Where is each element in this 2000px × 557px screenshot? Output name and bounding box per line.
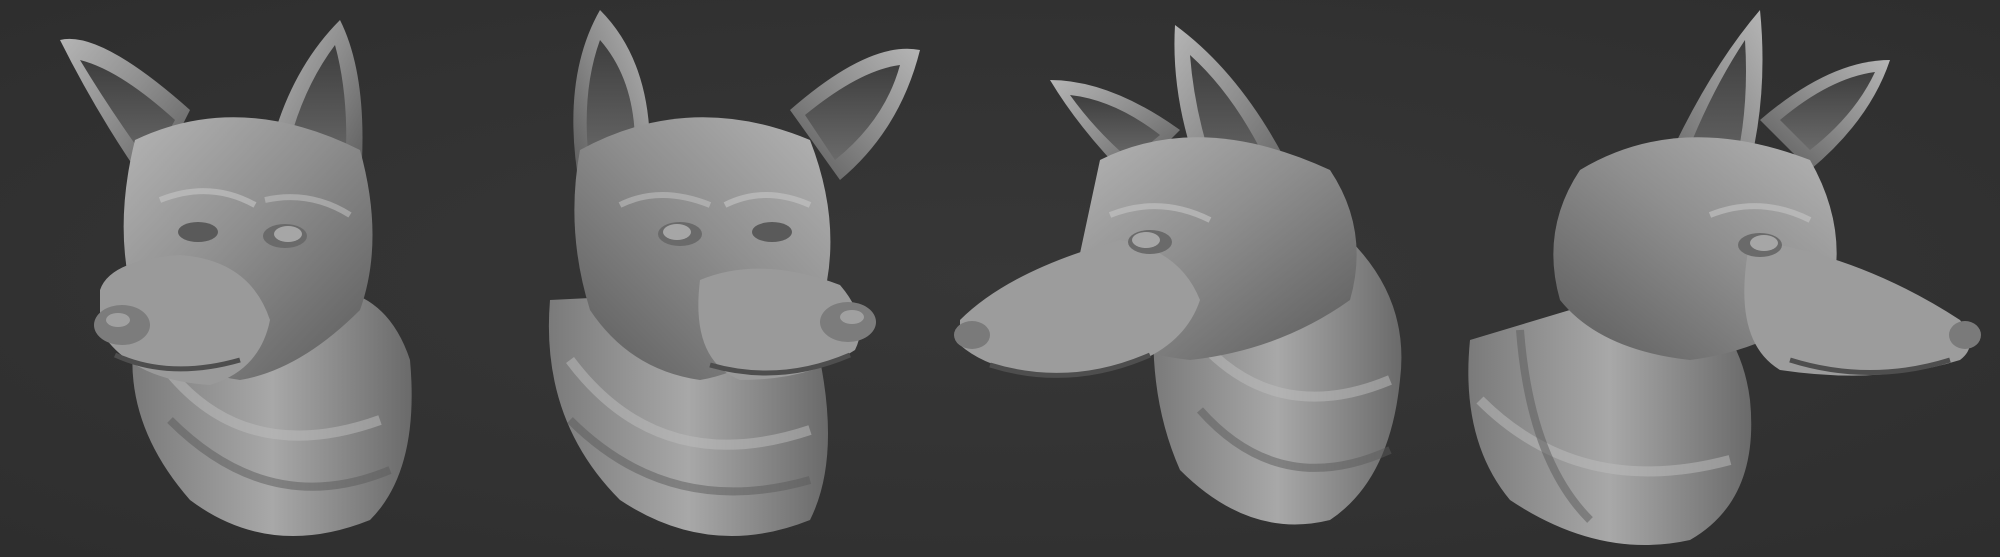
dog-head-three-quarter-right bbox=[510, 0, 930, 557]
dog-head-left-profile bbox=[950, 0, 1430, 557]
sculpt-render-canvas bbox=[0, 0, 2000, 557]
dog-head-right-profile bbox=[1450, 0, 2000, 557]
dog-head-three-quarter-left bbox=[40, 0, 440, 557]
